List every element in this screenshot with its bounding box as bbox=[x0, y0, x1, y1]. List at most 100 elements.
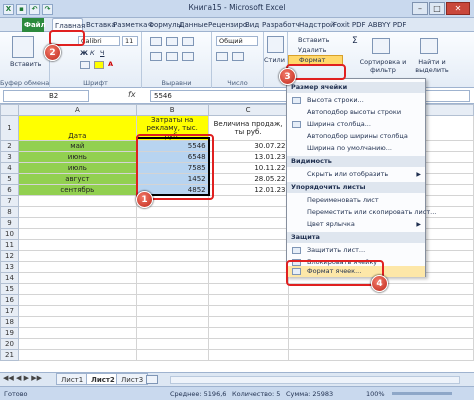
row-header[interactable]: 2 bbox=[0, 140, 19, 152]
cell[interactable]: сентябрь bbox=[17, 184, 137, 196]
menu-item-col-width[interactable]: Ширина столбца... bbox=[287, 119, 425, 130]
row-header[interactable]: 19 bbox=[0, 327, 19, 339]
cell[interactable] bbox=[207, 316, 289, 328]
row-header[interactable]: 11 bbox=[0, 239, 19, 251]
paste-button[interactable]: Вставить bbox=[10, 60, 41, 68]
row-header[interactable]: 14 bbox=[0, 272, 19, 284]
sheet-tab-3[interactable]: Лист3 bbox=[116, 373, 149, 385]
select-all-corner[interactable] bbox=[0, 104, 19, 116]
cell[interactable] bbox=[135, 338, 209, 350]
column-header[interactable]: C bbox=[207, 104, 289, 116]
cell[interactable] bbox=[17, 195, 137, 207]
cell[interactable] bbox=[207, 239, 289, 251]
menu-item-move-copy[interactable]: Переместить или скопировать лист... bbox=[287, 207, 436, 218]
cell[interactable] bbox=[17, 305, 137, 317]
row-header[interactable]: 20 bbox=[0, 338, 19, 350]
font-size-select[interactable]: 11 bbox=[122, 36, 138, 46]
new-sheet-icon[interactable] bbox=[146, 375, 158, 384]
fx-button[interactable]: fx bbox=[128, 90, 136, 99]
cell[interactable] bbox=[287, 316, 474, 328]
align-center-icon[interactable] bbox=[166, 52, 178, 61]
tab-view[interactable]: Вид bbox=[243, 18, 261, 32]
tab-abbyy[interactable]: ABBYY PDF bbox=[366, 18, 408, 32]
thousands-icon[interactable] bbox=[232, 52, 244, 61]
cell[interactable] bbox=[135, 327, 209, 339]
column-header[interactable]: B bbox=[135, 104, 209, 116]
cell[interactable] bbox=[135, 294, 209, 306]
row-header[interactable]: 12 bbox=[0, 250, 19, 262]
cell[interactable] bbox=[135, 316, 209, 328]
find-select-button[interactable]: Найти и выделить bbox=[414, 58, 450, 74]
fill-color-icon[interactable] bbox=[94, 61, 104, 69]
cell[interactable] bbox=[135, 283, 209, 295]
cell[interactable]: 10.11.22 bbox=[207, 162, 289, 174]
font-color-icon[interactable]: А bbox=[108, 60, 113, 68]
cell[interactable] bbox=[17, 349, 137, 361]
row-header[interactable]: 10 bbox=[0, 228, 19, 240]
cell[interactable] bbox=[17, 250, 137, 262]
cell[interactable] bbox=[207, 305, 289, 317]
row-header[interactable]: 17 bbox=[0, 305, 19, 317]
zoom-slider[interactable] bbox=[392, 392, 452, 395]
cell[interactable]: июнь bbox=[17, 151, 137, 163]
cell[interactable] bbox=[135, 206, 209, 218]
cell[interactable]: Дата bbox=[17, 115, 137, 141]
menu-item-hide-show[interactable]: Скрыть или отобразить ▶ bbox=[287, 169, 425, 180]
cell[interactable] bbox=[17, 261, 137, 273]
cell[interactable] bbox=[207, 338, 289, 350]
bold-icon[interactable]: Ж bbox=[80, 49, 88, 57]
underline-icon[interactable]: Ч bbox=[100, 49, 104, 57]
sort-filter-button[interactable]: Сортировка и фильтр bbox=[358, 58, 408, 74]
cell[interactable] bbox=[17, 283, 137, 295]
cell[interactable]: 30.07.22 bbox=[207, 140, 289, 152]
row-header[interactable]: 3 bbox=[0, 151, 19, 163]
cell[interactable] bbox=[207, 195, 289, 207]
row-header[interactable]: 9 bbox=[0, 217, 19, 229]
cell[interactable]: май bbox=[17, 140, 137, 152]
cell[interactable] bbox=[17, 338, 137, 350]
cell[interactable] bbox=[135, 250, 209, 262]
menu-item-autofit-col[interactable]: Автоподбор ширины столбца bbox=[287, 131, 425, 142]
cell[interactable] bbox=[207, 272, 289, 284]
row-header[interactable]: 7 bbox=[0, 195, 19, 207]
find-select-icon[interactable] bbox=[420, 38, 438, 54]
menu-item-rename[interactable]: Переименовать лист bbox=[287, 195, 425, 206]
tab-file[interactable]: Файл bbox=[22, 18, 46, 32]
align-top-icon[interactable] bbox=[150, 37, 162, 46]
cell[interactable] bbox=[17, 239, 137, 251]
sheet-tab-1[interactable]: Лист1 bbox=[56, 373, 89, 385]
cell[interactable] bbox=[135, 217, 209, 229]
cell[interactable] bbox=[17, 294, 137, 306]
cell[interactable] bbox=[287, 327, 474, 339]
cell[interactable] bbox=[207, 228, 289, 240]
delete-cells-button[interactable]: Удалить bbox=[298, 46, 326, 54]
menu-item-autofit-row[interactable]: Автоподбор высоты строки bbox=[287, 107, 425, 118]
cell[interactable]: июль bbox=[17, 162, 137, 174]
cell[interactable] bbox=[17, 327, 137, 339]
paste-icon[interactable] bbox=[12, 36, 34, 58]
column-header[interactable]: A bbox=[17, 104, 137, 116]
row-header[interactable]: 21 bbox=[0, 349, 19, 361]
minimize-button[interactable]: – bbox=[412, 2, 428, 15]
cell[interactable] bbox=[135, 272, 209, 284]
row-header[interactable]: 18 bbox=[0, 316, 19, 328]
tab-foxit[interactable]: Foxit PDF bbox=[331, 18, 368, 32]
cell[interactable] bbox=[207, 217, 289, 229]
row-header[interactable]: 8 bbox=[0, 206, 19, 218]
cell[interactable]: 13.01.23 bbox=[207, 151, 289, 163]
tab-developer[interactable]: Разработч bbox=[260, 18, 302, 32]
cell[interactable] bbox=[135, 228, 209, 240]
percent-icon[interactable] bbox=[216, 52, 228, 61]
cell[interactable] bbox=[135, 239, 209, 251]
cell[interactable] bbox=[207, 294, 289, 306]
borders-icon[interactable] bbox=[80, 61, 90, 69]
cell[interactable]: Величина продаж, ты руб. bbox=[207, 115, 289, 141]
italic-icon[interactable]: К bbox=[90, 49, 95, 57]
menu-item-default-width[interactable]: Ширина по умолчанию... bbox=[287, 143, 425, 154]
cell[interactable] bbox=[287, 349, 474, 361]
tab-data[interactable]: Данные bbox=[177, 18, 210, 32]
sort-filter-icon[interactable] bbox=[372, 38, 390, 54]
cell[interactable] bbox=[207, 327, 289, 339]
row-header[interactable]: 15 bbox=[0, 283, 19, 295]
cell[interactable] bbox=[135, 261, 209, 273]
